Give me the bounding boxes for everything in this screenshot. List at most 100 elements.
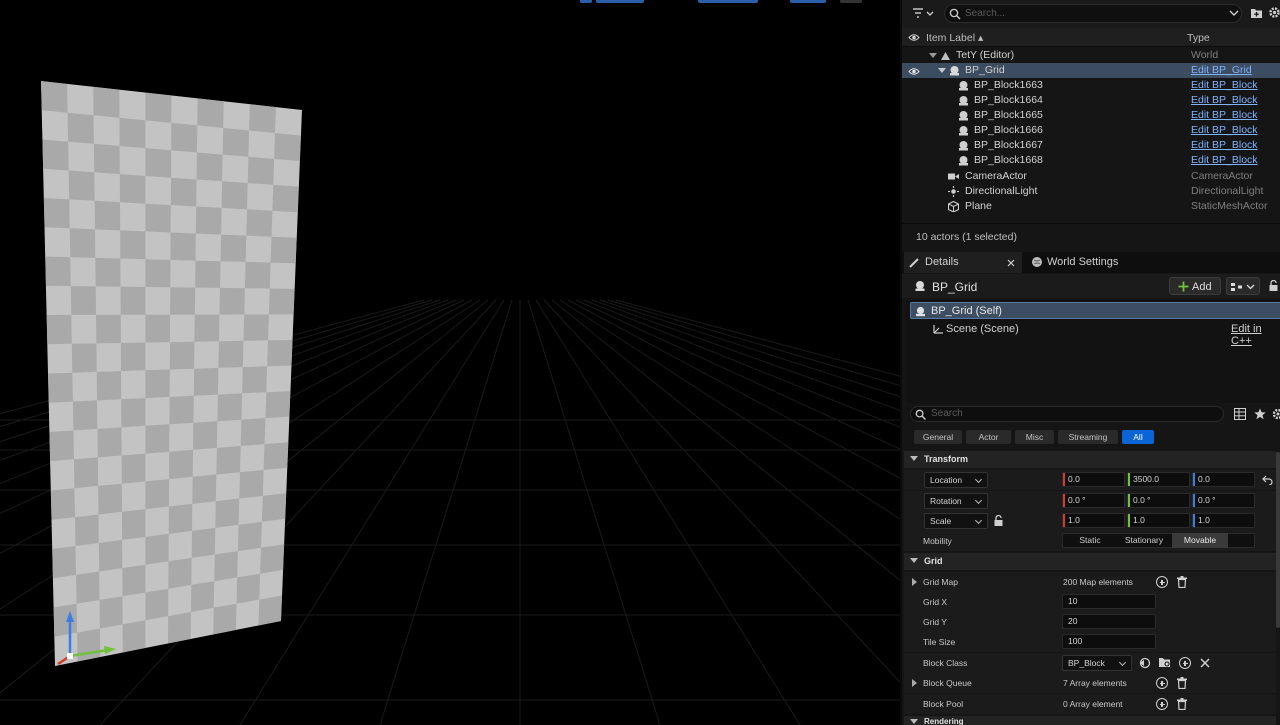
grid-x-field[interactable]: 10 [1062, 594, 1156, 609]
filter-general-button[interactable]: General [914, 430, 962, 444]
checker-tile [267, 340, 293, 367]
rotation-y-field[interactable]: 0.0 ° [1127, 493, 1190, 508]
row-type-link[interactable]: Edit BP_Grid [1191, 64, 1252, 76]
mobility-movable-option[interactable]: Movable [1172, 533, 1228, 548]
tab-details[interactable]: Details [904, 252, 1022, 273]
browse-folder-icon[interactable] [1158, 656, 1171, 669]
row-label: BP_Grid [965, 64, 1005, 76]
row-type-link[interactable]: Edit BP_Block [1191, 124, 1258, 136]
column-item-label[interactable]: Item Label ▴ [926, 32, 983, 44]
checker-tile [170, 287, 196, 315]
tab-world-settings[interactable]: World Settings [1024, 252, 1144, 273]
checker-tile [258, 595, 283, 626]
use-selected-icon[interactable] [1139, 657, 1151, 669]
outliner-row[interactable]: BP_Block1663 Edit BP_Block [902, 78, 1280, 93]
chevron-down-icon [974, 516, 983, 525]
checker-tile [220, 234, 247, 262]
rotation-x-field[interactable]: 0.0 ° [1062, 493, 1125, 508]
trash-icon[interactable] [1177, 698, 1187, 710]
block-class-dropdown[interactable]: BP_Block [1062, 655, 1132, 671]
checker-tile [217, 393, 243, 422]
scale-z-field[interactable]: 1.0 [1192, 513, 1255, 528]
outliner-row[interactable]: BP_Block1667 Edit BP_Block [902, 138, 1280, 153]
section-rendering[interactable]: Rendering [904, 716, 1276, 725]
add-folder-icon[interactable] [1250, 7, 1263, 19]
checker-tile [221, 181, 248, 210]
scale-x-field[interactable]: 1.0 [1062, 513, 1125, 528]
rotation-mode-dropdown[interactable]: Rotation [924, 493, 988, 509]
filter-actor-button[interactable]: Actor [966, 430, 1011, 444]
outliner-row[interactable]: BP_Block1664 Edit BP_Block [902, 93, 1280, 108]
add-element-icon[interactable] [1156, 698, 1168, 710]
add-component-button[interactable]: Add [1169, 277, 1221, 295]
mobility-static-option[interactable]: Static [1064, 533, 1116, 548]
scale-mode-dropdown[interactable]: Scale [924, 513, 988, 529]
details-search-input[interactable]: Search [910, 406, 1224, 422]
settings-gear-icon[interactable] [1268, 6, 1280, 19]
settings-gear-icon[interactable] [1272, 408, 1280, 420]
expand-arrow-icon[interactable] [912, 578, 917, 586]
property-block-queue: Block Queue 7 Array elements [904, 673, 1276, 693]
filter-misc-button[interactable]: Misc [1015, 430, 1054, 444]
column-type[interactable]: Type [1187, 32, 1210, 44]
table-view-icon[interactable] [1234, 408, 1246, 420]
favorite-star-icon[interactable] [1254, 408, 1266, 420]
checker-tile [73, 457, 99, 489]
location-mode-dropdown[interactable]: Location [924, 472, 988, 488]
section-transform[interactable]: Transform [904, 451, 1276, 468]
checker-tile [95, 257, 121, 287]
grid-map-value: 200 Map elements [1063, 577, 1133, 587]
row-type-link[interactable]: Edit BP_Block [1191, 139, 1258, 151]
outliner-row[interactable]: Plane StaticMeshActor [902, 199, 1280, 214]
edit-in-cpp-link[interactable]: Edit in C++ [1231, 323, 1280, 347]
filter-all-button[interactable]: All [1122, 430, 1154, 444]
outliner-row[interactable]: BP_Block1666 Edit BP_Block [902, 123, 1280, 138]
visibility-eye-icon[interactable] [908, 33, 920, 42]
actor-name-field[interactable]: BP_Grid [932, 280, 977, 294]
outliner-row[interactable]: TetY (Editor) World [902, 48, 1280, 63]
create-new-icon[interactable] [1179, 657, 1191, 669]
clear-icon[interactable] [1200, 658, 1210, 668]
row-type-link[interactable]: Edit BP_Block [1191, 154, 1258, 166]
outliner-row-selected[interactable]: BP_Grid Edit BP_Grid [902, 63, 1280, 78]
rotation-z-field[interactable]: 0.0 ° [1192, 493, 1255, 508]
property-block-class: Block Class BP_Block [904, 653, 1276, 673]
collapse-arrow-icon[interactable] [929, 53, 937, 59]
visibility-eye-icon[interactable] [908, 67, 920, 76]
location-x-field[interactable]: 0.0 [1062, 472, 1125, 487]
lock-icon[interactable] [1268, 280, 1279, 292]
location-y-field[interactable]: 3500.0 [1127, 472, 1190, 487]
chevron-down-icon[interactable] [1229, 10, 1239, 17]
trash-icon[interactable] [1177, 576, 1187, 588]
section-grid[interactable]: Grid [904, 553, 1276, 570]
unlock-icon[interactable] [993, 515, 1004, 527]
checker-tile [168, 503, 193, 534]
add-element-icon[interactable] [1156, 677, 1168, 689]
tile-size-field[interactable]: 100 [1062, 634, 1156, 649]
location-z-field[interactable]: 0.0 [1192, 472, 1255, 487]
reset-to-default-icon[interactable] [1262, 475, 1273, 485]
row-type-link[interactable]: Edit BP_Block [1191, 94, 1258, 106]
filter-streaming-button[interactable]: Streaming [1058, 430, 1118, 444]
row-type-link[interactable]: Edit BP_Block [1191, 79, 1258, 91]
outliner-row[interactable]: BP_Block1668 Edit BP_Block [902, 153, 1280, 168]
trash-icon[interactable] [1177, 677, 1187, 689]
mobility-stationary-option[interactable]: Stationary [1116, 533, 1172, 548]
close-icon[interactable] [1007, 259, 1015, 267]
section-transform-label: Transform [924, 454, 969, 464]
details-scrollbar[interactable] [1276, 452, 1280, 628]
component-self-item[interactable]: BP_Grid (Self) [910, 302, 1280, 319]
blueprint-options-button[interactable] [1226, 277, 1260, 295]
row-type-link[interactable]: Edit BP_Block [1191, 109, 1258, 121]
outliner-row[interactable]: CameraActor CameraActor [902, 169, 1280, 184]
expand-arrow-icon[interactable] [912, 679, 917, 687]
collapse-arrow-icon[interactable] [938, 68, 946, 74]
add-element-icon[interactable] [1156, 576, 1168, 588]
grid-y-field[interactable]: 20 [1062, 614, 1156, 629]
filter-icon[interactable] [912, 8, 934, 20]
outliner-search-input[interactable]: Search... [944, 4, 1242, 23]
scale-y-field[interactable]: 1.0 [1127, 513, 1190, 528]
outliner-row[interactable]: DirectionalLight DirectionalLight [902, 184, 1280, 199]
level-viewport[interactable] [0, 0, 900, 725]
outliner-row[interactable]: BP_Block1665 Edit BP_Block [902, 108, 1280, 123]
